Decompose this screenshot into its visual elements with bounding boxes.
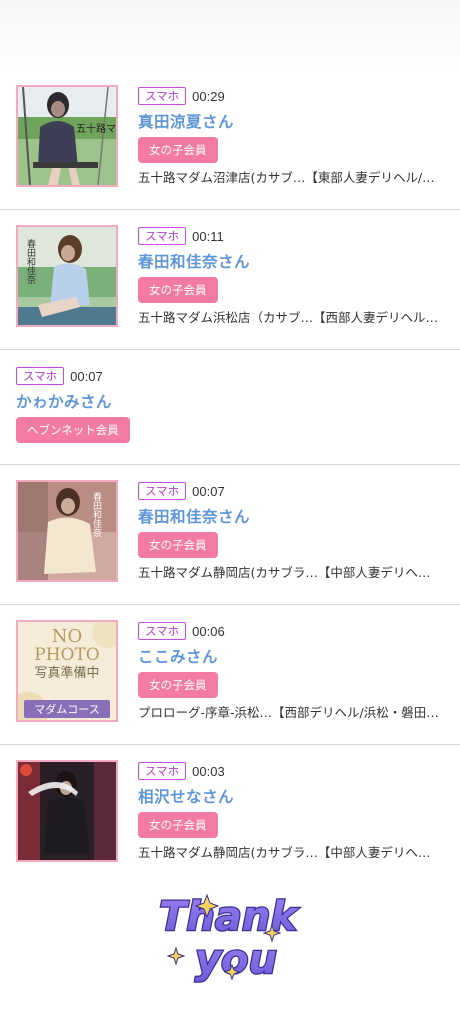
shop-name[interactable]: 五十路マダム浜松店（カサブ…【西部人妻デリヘル… bbox=[138, 309, 444, 327]
list-item[interactable]: 春田和佳奈 スマホ 00:07 春田和佳奈さん 女の子会員 五十路マダム静岡店(… bbox=[0, 465, 460, 605]
list-item[interactable]: NO PHOTO 写真準備中 マダムコース スマホ 00:06 ここみさん 女の… bbox=[0, 605, 460, 745]
list-item[interactable]: スマホ 00:07 かゎかみさん ヘブンネット会員 bbox=[0, 350, 460, 465]
member-type-badge[interactable]: ヘブンネット会員 bbox=[16, 417, 130, 443]
device-badge: スマホ bbox=[138, 87, 187, 105]
visit-time: 00:29 bbox=[192, 88, 225, 104]
visitor-name[interactable]: 春田和佳奈さん bbox=[138, 252, 452, 272]
device-badge: スマホ bbox=[138, 482, 187, 500]
thank-you-banner: Thank you bbox=[0, 873, 460, 1024]
profile-photo[interactable]: 春田和佳奈 bbox=[16, 480, 118, 582]
visitor-name[interactable]: かゎかみさん bbox=[16, 392, 452, 412]
member-type-badge[interactable]: 女の子会員 bbox=[138, 672, 218, 698]
course-label: マダムコース bbox=[34, 702, 99, 716]
thumb-watermark: 春田和佳奈 bbox=[25, 238, 36, 284]
visitor-name[interactable]: 真田涼夏さん bbox=[138, 112, 452, 132]
visit-time: 00:03 bbox=[192, 763, 225, 779]
footprint-list: 五十路マダム スマホ 00:29 真田涼夏さん 女の子会員 五十路マダム沼津店(… bbox=[0, 70, 460, 885]
profile-photo[interactable]: 春田和佳奈 bbox=[16, 225, 118, 327]
shop-name[interactable]: 五十路マダム静岡店(カサブラ…【中部人妻デリヘ… bbox=[138, 844, 444, 862]
device-badge: スマホ bbox=[16, 367, 65, 385]
member-type-badge[interactable]: 女の子会員 bbox=[138, 137, 218, 163]
member-type-badge[interactable]: 女の子会員 bbox=[138, 277, 218, 303]
profile-photo[interactable] bbox=[16, 760, 118, 862]
visit-time: 00:11 bbox=[192, 228, 224, 244]
thumb-watermark: 春田和佳奈 bbox=[91, 491, 102, 537]
list-item[interactable]: スマホ 00:03 相沢せなさん 女の子会員 五十路マダム静岡店(カサブラ…【中… bbox=[0, 745, 460, 885]
visit-time: 00:06 bbox=[192, 623, 225, 639]
list-item[interactable]: 五十路マダム スマホ 00:29 真田涼夏さん 女の子会員 五十路マダム沼津店(… bbox=[0, 70, 460, 210]
member-type-badge[interactable]: 女の子会員 bbox=[138, 812, 218, 838]
profile-photo[interactable]: NO PHOTO 写真準備中 マダムコース bbox=[16, 620, 118, 722]
no-photo-text-2: PHOTO bbox=[34, 645, 99, 665]
visit-time: 00:07 bbox=[70, 368, 103, 384]
shop-name[interactable]: 五十路マダム静岡店(カサブラ…【中部人妻デリヘ… bbox=[138, 564, 444, 582]
visitor-name[interactable]: 春田和佳奈さん bbox=[138, 507, 452, 527]
visitor-name[interactable]: ここみさん bbox=[138, 647, 452, 667]
member-type-badge[interactable]: 女の子会員 bbox=[138, 532, 218, 558]
thumb-watermark: 五十路マダム bbox=[76, 122, 116, 135]
visitor-name[interactable]: 相沢せなさん bbox=[138, 787, 452, 807]
profile-photo[interactable]: 五十路マダム bbox=[16, 85, 118, 187]
you-text: you bbox=[195, 937, 277, 983]
top-spacer bbox=[0, 0, 460, 70]
no-photo-text: NO bbox=[52, 626, 83, 647]
device-badge: スマホ bbox=[138, 227, 187, 245]
device-badge: スマホ bbox=[138, 622, 187, 640]
shop-name[interactable]: 五十路マダム沼津店(カサブ…【東部人妻デリヘル/… bbox=[138, 169, 444, 187]
shop-name[interactable]: プロローグ-序章-浜松…【西部デリヘル/浜松・磐田… bbox=[138, 704, 444, 722]
list-item[interactable]: 春田和佳奈 スマホ 00:11 春田和佳奈さん 女の子会員 五十路マダム浜松店（… bbox=[0, 210, 460, 350]
device-badge: スマホ bbox=[138, 762, 187, 780]
preparing-text: 写真準備中 bbox=[34, 665, 99, 681]
visit-time: 00:07 bbox=[192, 483, 225, 499]
